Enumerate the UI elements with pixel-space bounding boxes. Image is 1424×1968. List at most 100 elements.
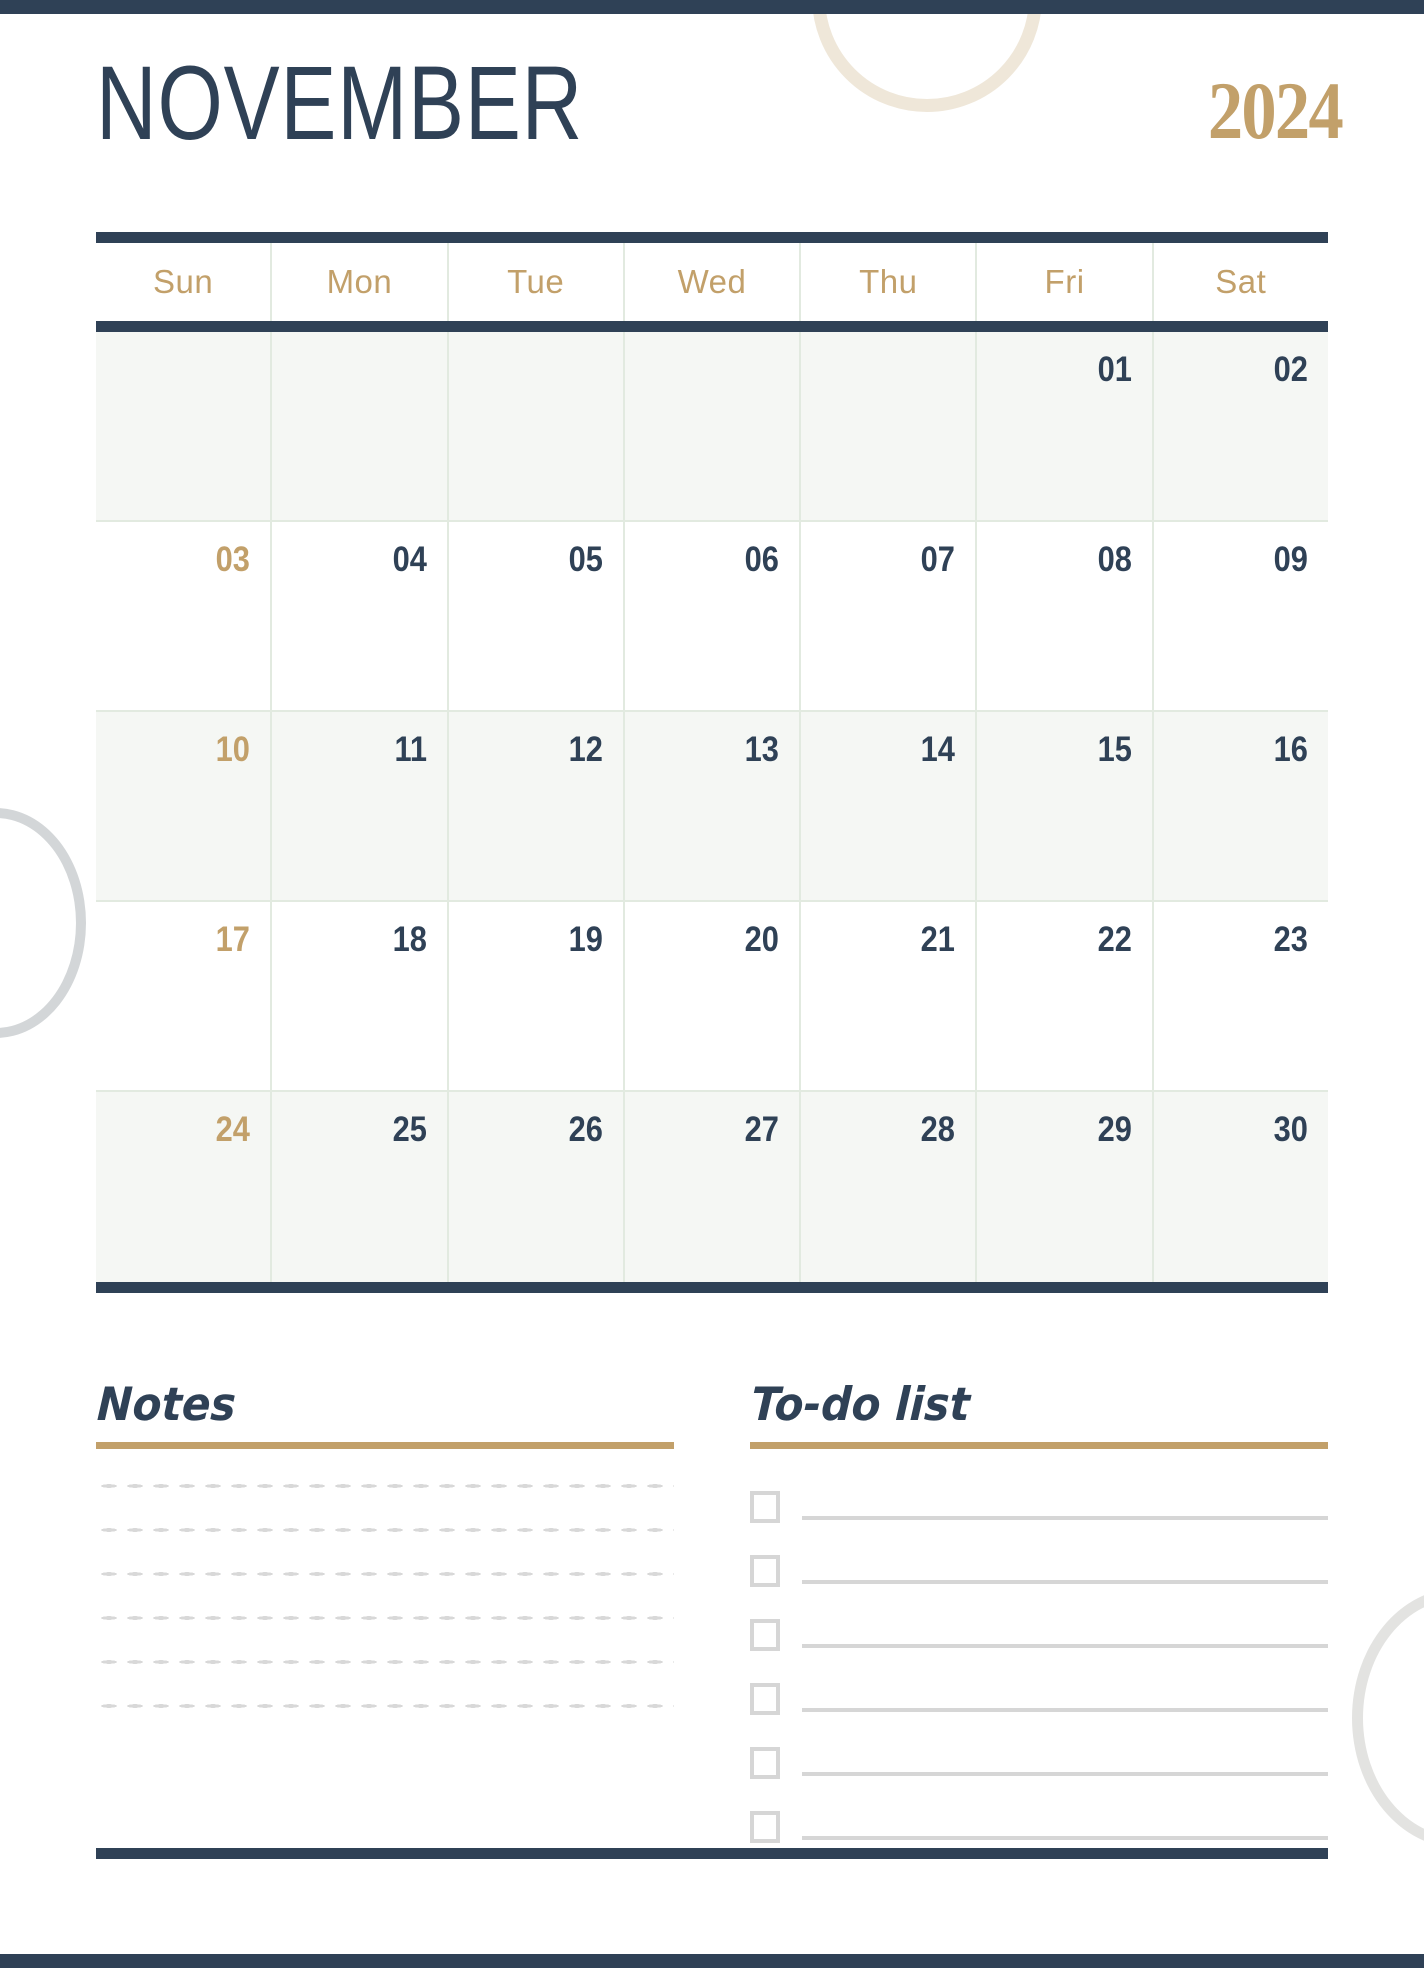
- todo-write-line[interactable]: [802, 1644, 1328, 1648]
- notes-title: Notes: [95, 1377, 238, 1431]
- todo-write-line[interactable]: [802, 1516, 1328, 1520]
- todo-item: [750, 1803, 1328, 1843]
- note-dotted-line[interactable]: [96, 1483, 674, 1489]
- todo-checkbox[interactable]: [750, 1811, 780, 1843]
- day-cell-03[interactable]: 03: [96, 522, 273, 712]
- day-cell-13[interactable]: 13: [624, 712, 802, 902]
- todo-checkbox[interactable]: [750, 1491, 780, 1523]
- day-cell-18[interactable]: 18: [272, 902, 449, 1092]
- day-cell-19[interactable]: 19: [448, 902, 625, 1092]
- week-row: 24 25 26 27 28 29 30: [96, 1092, 1328, 1282]
- notes-writing-area[interactable]: [96, 1483, 674, 1709]
- todo-item: [750, 1739, 1328, 1779]
- day-cell-29[interactable]: 29: [977, 1092, 1154, 1282]
- week-row: 10 11 12 13 14 15 16: [96, 712, 1328, 902]
- day-number: 12: [568, 730, 603, 769]
- day-number: 17: [216, 920, 251, 959]
- day-number: 27: [744, 1110, 780, 1149]
- day-cell-15[interactable]: 15: [977, 712, 1154, 902]
- todo-checkbox[interactable]: [750, 1555, 780, 1587]
- week-row: 17 18 19 20 21 22 23: [96, 902, 1328, 1092]
- todo-write-line[interactable]: [802, 1836, 1328, 1840]
- week-row: 03 04 05 06 07 08 09: [96, 522, 1328, 712]
- day-cell-25[interactable]: 25: [272, 1092, 449, 1282]
- day-number: 09: [1273, 540, 1308, 579]
- day-number: 23: [1273, 920, 1308, 959]
- note-dotted-line[interactable]: [96, 1615, 674, 1621]
- day-cell-22[interactable]: 22: [977, 902, 1154, 1092]
- todo-item: [750, 1675, 1328, 1715]
- day-cell-21[interactable]: 21: [801, 902, 978, 1092]
- todo-write-line[interactable]: [802, 1580, 1328, 1584]
- grid-rule-bottom: [96, 1282, 1328, 1293]
- day-number: 07: [921, 540, 956, 579]
- weeks-container: 01 02 03 04 05 06 07 08 09 10 11 12 13 14 15 16 17 18 19 20…: [96, 332, 1328, 1282]
- week-row: 01 02: [96, 332, 1328, 522]
- header-rule-top: [96, 232, 1328, 243]
- weekday-header-sun: Sun: [96, 243, 273, 321]
- note-dotted-line[interactable]: [96, 1571, 674, 1577]
- day-number: 24: [216, 1110, 251, 1149]
- weekday-header-wed: Wed: [625, 243, 802, 321]
- day-cell-10[interactable]: 10: [96, 712, 273, 902]
- day-number: 29: [1097, 1110, 1132, 1149]
- day-cell-14[interactable]: 14: [801, 712, 978, 902]
- note-dotted-line[interactable]: [96, 1659, 674, 1665]
- day-cell-11[interactable]: 11: [272, 712, 449, 902]
- day-number: 22: [1097, 920, 1132, 959]
- day-cell-02[interactable]: 02: [1153, 332, 1328, 522]
- top-edge-bar: [0, 0, 1424, 14]
- day-number: 04: [392, 540, 427, 579]
- bottom-edge-bar: [0, 1954, 1424, 1968]
- day-number: 11: [394, 730, 427, 769]
- day-cell-empty: [624, 332, 802, 522]
- weekday-header-row: Sun Mon Tue Wed Thu Fri Sat: [96, 243, 1328, 321]
- todo-checkbox[interactable]: [750, 1619, 780, 1651]
- day-cell-17[interactable]: 17: [96, 902, 273, 1092]
- day-cell-28[interactable]: 28: [801, 1092, 978, 1282]
- day-cell-24[interactable]: 24: [96, 1092, 273, 1282]
- day-cell-empty: [448, 332, 625, 522]
- todo-write-line[interactable]: [802, 1772, 1328, 1776]
- todo-item: [750, 1483, 1328, 1523]
- day-cell-09[interactable]: 09: [1153, 522, 1328, 712]
- day-cell-16[interactable]: 16: [1153, 712, 1328, 902]
- calendar-header: NOVEMBER 2024: [96, 51, 1344, 174]
- day-cell-04[interactable]: 04: [272, 522, 449, 712]
- day-cell-06[interactable]: 06: [624, 522, 802, 712]
- todo-checkbox[interactable]: [750, 1747, 780, 1779]
- day-cell-12[interactable]: 12: [448, 712, 625, 902]
- note-dotted-line[interactable]: [96, 1703, 674, 1709]
- day-number: 08: [1097, 540, 1132, 579]
- day-number: 13: [744, 730, 780, 769]
- day-cell-30[interactable]: 30: [1154, 1092, 1328, 1282]
- decorative-ring-right: [1352, 1588, 1424, 1848]
- day-cell-05[interactable]: 05: [448, 522, 625, 712]
- day-number: 28: [921, 1110, 956, 1149]
- day-number: 18: [392, 920, 427, 959]
- todo-panel: To-do list: [749, 1377, 1328, 1843]
- todo-title: To-do list: [749, 1377, 972, 1431]
- day-cell-20[interactable]: 20: [624, 902, 802, 1092]
- header-rule-bottom: [96, 321, 1328, 332]
- day-number: 20: [744, 920, 780, 959]
- notes-panel: Notes: [95, 1377, 674, 1798]
- day-number: 03: [216, 540, 251, 579]
- todo-underline: [750, 1442, 1328, 1449]
- weekday-header-tue: Tue: [449, 243, 625, 321]
- calendar-grid: Sun Mon Tue Wed Thu Fri Sat 01 02 03 04 05 06 07 08 09…: [96, 232, 1328, 1293]
- note-dotted-line[interactable]: [96, 1527, 674, 1533]
- todo-item: [750, 1547, 1328, 1587]
- weekday-header-mon: Mon: [272, 243, 449, 321]
- day-cell-26[interactable]: 26: [449, 1092, 625, 1282]
- day-cell-empty: [96, 332, 273, 522]
- page-bottom-rule: [96, 1848, 1328, 1859]
- day-number: 06: [744, 540, 780, 579]
- day-cell-27[interactable]: 27: [625, 1092, 802, 1282]
- todo-write-line[interactable]: [802, 1708, 1328, 1712]
- day-cell-01[interactable]: 01: [977, 332, 1154, 522]
- day-cell-08[interactable]: 08: [977, 522, 1154, 712]
- day-cell-07[interactable]: 07: [801, 522, 978, 712]
- todo-checkbox[interactable]: [750, 1683, 780, 1715]
- day-cell-23[interactable]: 23: [1153, 902, 1328, 1092]
